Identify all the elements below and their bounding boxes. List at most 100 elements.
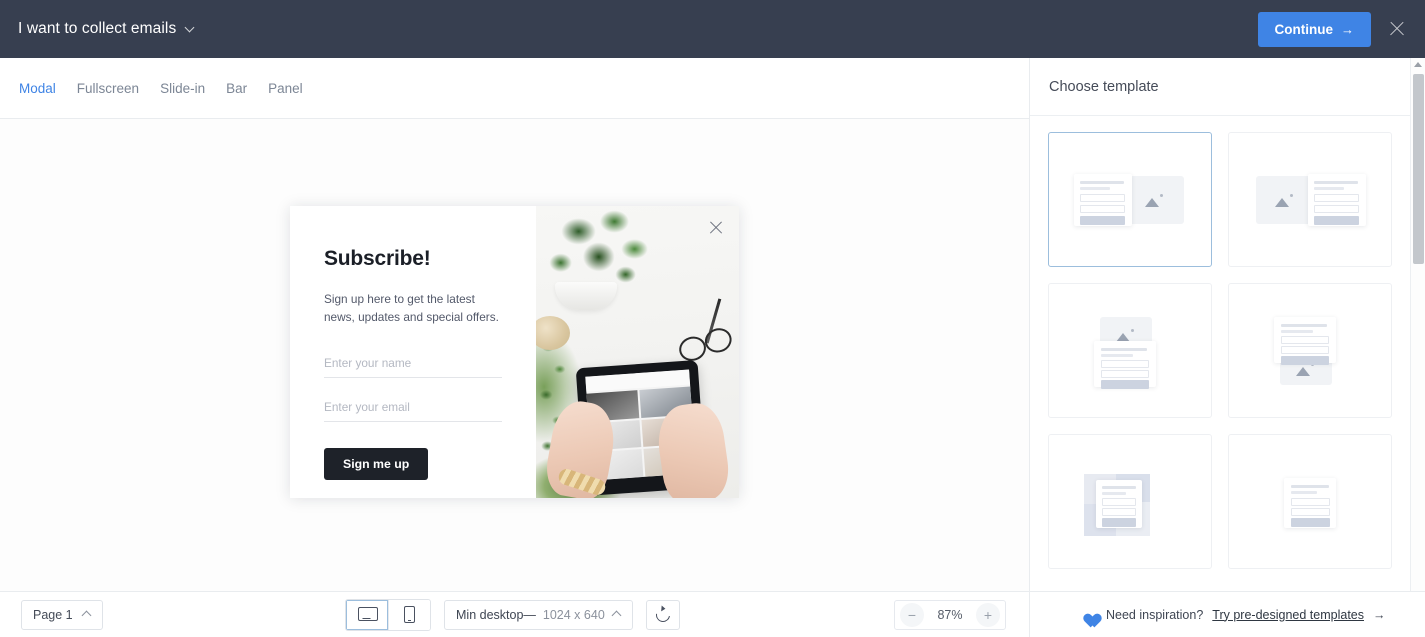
template-list — [1030, 116, 1425, 591]
thumb-input — [1101, 359, 1149, 368]
panel-title: Choose template — [1049, 78, 1159, 95]
dimension-value: 1024 x 640 — [542, 607, 605, 622]
thumb-line — [1281, 329, 1313, 333]
desktop-icon — [358, 606, 378, 623]
template-thumbnail — [1250, 166, 1370, 234]
modal-heading: Subscribe! — [324, 247, 431, 270]
thumb-line — [1291, 484, 1329, 488]
page-selector[interactable]: Page 1 — [21, 599, 103, 630]
zoom-level: 87% — [937, 607, 963, 622]
thumb-image-block — [1256, 175, 1314, 224]
template-option-2[interactable] — [1228, 132, 1392, 267]
template-scrollbar[interactable] — [1410, 58, 1425, 591]
thumb-input — [1080, 204, 1125, 213]
template-option-5[interactable] — [1048, 434, 1212, 569]
template-panel: Choose template — [1029, 58, 1425, 591]
thumb-line — [1102, 491, 1126, 495]
thumb-form-card — [1074, 173, 1132, 226]
chevron-up-icon — [612, 610, 621, 619]
thumb-input — [1281, 345, 1329, 354]
thumb-line — [1291, 490, 1317, 494]
zoom-controls-wrap: − 87% + — [894, 599, 1006, 630]
inspiration-footer: Need inspiration? Try pre-designed templ… — [1029, 591, 1425, 637]
modal-preview: Subscribe! Sign up here to get the lates… — [290, 206, 739, 498]
thumb-line — [1080, 186, 1110, 190]
template-option-1[interactable] — [1048, 132, 1212, 267]
top-bar: I want to collect emails Continue → — [0, 0, 1425, 58]
dimension-selector[interactable]: Min desktop— 1024 x 640 — [444, 599, 633, 630]
thumb-input — [1102, 497, 1136, 506]
template-thumbnail — [1070, 166, 1190, 234]
template-thumbnail — [1250, 468, 1370, 536]
thumb-input — [1080, 193, 1125, 202]
zoom-in-button[interactable]: + — [976, 602, 1000, 627]
template-thumbnail — [1070, 316, 1190, 389]
template-option-4[interactable] — [1228, 283, 1392, 418]
arrow-right-icon: → — [1373, 607, 1386, 622]
template-panel-header: Choose template — [1030, 58, 1425, 116]
device-toggle — [345, 598, 431, 631]
continue-button[interactable]: Continue → — [1257, 11, 1371, 47]
heart-icon — [1080, 607, 1097, 623]
image-placeholder-icon — [1145, 193, 1165, 207]
goal-title: I want to collect emails — [18, 20, 177, 37]
thumb-line — [1101, 353, 1133, 357]
thumb-line — [1080, 180, 1124, 184]
goal-selector[interactable]: I want to collect emails — [0, 0, 195, 58]
thumb-button — [1080, 215, 1125, 225]
tab-panel[interactable]: Panel — [268, 79, 303, 98]
tab-fullscreen[interactable]: Fullscreen — [77, 79, 139, 98]
template-option-6[interactable] — [1228, 434, 1392, 569]
refresh-button[interactable] — [645, 599, 680, 630]
tab-bar[interactable]: Bar — [226, 79, 247, 98]
tab-slide-in[interactable]: Slide-in — [160, 79, 205, 98]
thumb-input — [1291, 497, 1330, 506]
scrollbar-thumb[interactable] — [1413, 74, 1424, 264]
device-mobile-button[interactable] — [388, 599, 430, 630]
name-input[interactable] — [324, 348, 502, 378]
modal-subtext: Sign up here to get the latest news, upd… — [324, 292, 499, 324]
close-icon[interactable] — [1385, 17, 1409, 41]
sign-me-up-button[interactable]: Sign me up — [324, 447, 429, 480]
refresh-icon — [653, 604, 673, 625]
thumb-input — [1102, 507, 1136, 516]
thumb-input — [1101, 369, 1149, 378]
arrow-right-icon: → — [1341, 21, 1354, 37]
thumb-input — [1291, 507, 1330, 516]
thumb-input — [1281, 335, 1329, 344]
campaign-type-tabs: Modal Fullscreen Slide-in Bar Panel — [0, 58, 1029, 119]
template-option-3[interactable] — [1048, 283, 1212, 418]
thumb-line — [1281, 323, 1327, 327]
pre-designed-templates-link[interactable]: Try pre-designed templates — [1212, 608, 1364, 622]
chevron-up-icon — [82, 610, 91, 619]
page-label: Page 1 — [33, 607, 73, 622]
thumb-button — [1291, 517, 1330, 527]
canvas-footer: Page 1 Min desktop— 1024 x 640 − 87% + — [0, 591, 1029, 637]
image-placeholder-icon — [1275, 193, 1295, 207]
pot-photo-element — [555, 282, 617, 310]
preview-canvas: Subscribe! Sign up here to get the lates… — [0, 119, 1029, 591]
modal-form-side: Subscribe! Sign up here to get the lates… — [290, 206, 536, 498]
thumb-line — [1101, 347, 1147, 351]
thumb-line — [1314, 180, 1358, 184]
email-input[interactable] — [324, 392, 502, 422]
device-desktop-button[interactable] — [346, 599, 388, 630]
scroll-up-arrow-icon[interactable] — [1414, 60, 1423, 69]
template-picker-app: I want to collect emails Continue → Moda… — [0, 0, 1425, 637]
tab-modal[interactable]: Modal — [19, 79, 56, 98]
modal-image-side — [536, 206, 739, 498]
chevron-down-icon[interactable] — [185, 24, 195, 34]
template-thumbnail — [1070, 468, 1190, 536]
template-grid — [1048, 132, 1392, 569]
thumb-input — [1314, 193, 1359, 202]
thumb-line — [1102, 485, 1136, 489]
thumb-form-card — [1094, 340, 1156, 389]
thumb-input — [1314, 204, 1359, 213]
zoom-out-button[interactable]: − — [900, 602, 924, 627]
modal-close-icon[interactable] — [708, 220, 724, 236]
continue-label: Continue — [1274, 21, 1334, 37]
thumb-image-block — [1126, 175, 1184, 224]
zoom-controls: − 87% + — [894, 599, 1006, 630]
mobile-icon — [404, 606, 415, 623]
dimension-label: Min desktop— — [456, 607, 536, 622]
